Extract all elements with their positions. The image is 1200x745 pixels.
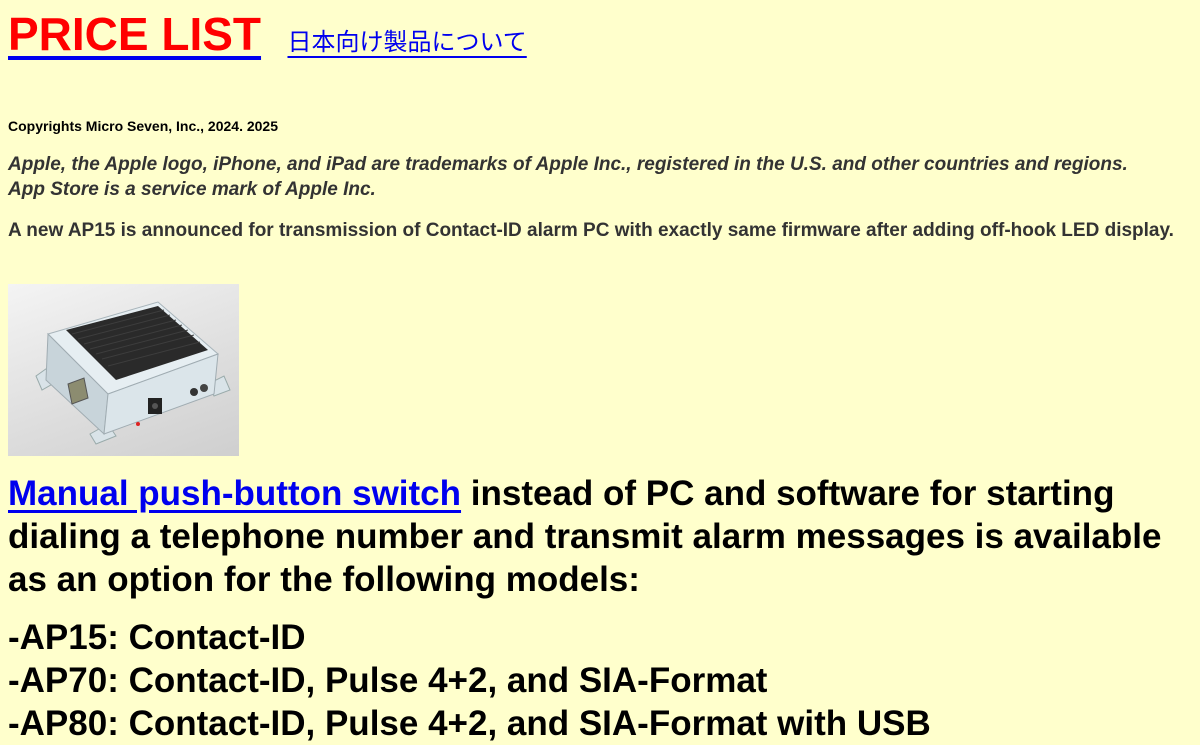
model-item-ap70: -AP70: Contact-ID, Pulse 4+2, and SIA-Fo… bbox=[8, 661, 768, 700]
manual-push-button-switch-link[interactable]: Manual push-button switch bbox=[8, 474, 461, 513]
ap15-device-photo bbox=[8, 284, 239, 456]
announcement-text: A new AP15 is announced for transmission… bbox=[8, 220, 1174, 241]
price-list-title: PRICE LIST bbox=[8, 8, 262, 60]
push-button-headline: Manual push-button switch instead of PC … bbox=[8, 472, 1198, 601]
model-item-ap15: -AP15: Contact-ID bbox=[8, 618, 306, 657]
japan-products-link-text: 日本向け製品について bbox=[287, 28, 527, 56]
page-header: PRICE LIST 日本向け製品について bbox=[8, 8, 555, 60]
models-list: -AP15: Contact-ID -AP70: Contact-ID, Pul… bbox=[8, 616, 1198, 745]
japan-products-link[interactable]: 日本向け製品について bbox=[287, 22, 554, 57]
copyright-text: Copyrights Micro Seven, Inc., 2024. 2025 bbox=[8, 118, 278, 134]
device-illustration bbox=[35, 301, 231, 445]
trademark-notice: Apple, the Apple logo, iPhone, and iPad … bbox=[8, 154, 1128, 200]
model-item-ap80: -AP80: Contact-ID, Pulse 4+2, and SIA-Fo… bbox=[8, 704, 931, 743]
